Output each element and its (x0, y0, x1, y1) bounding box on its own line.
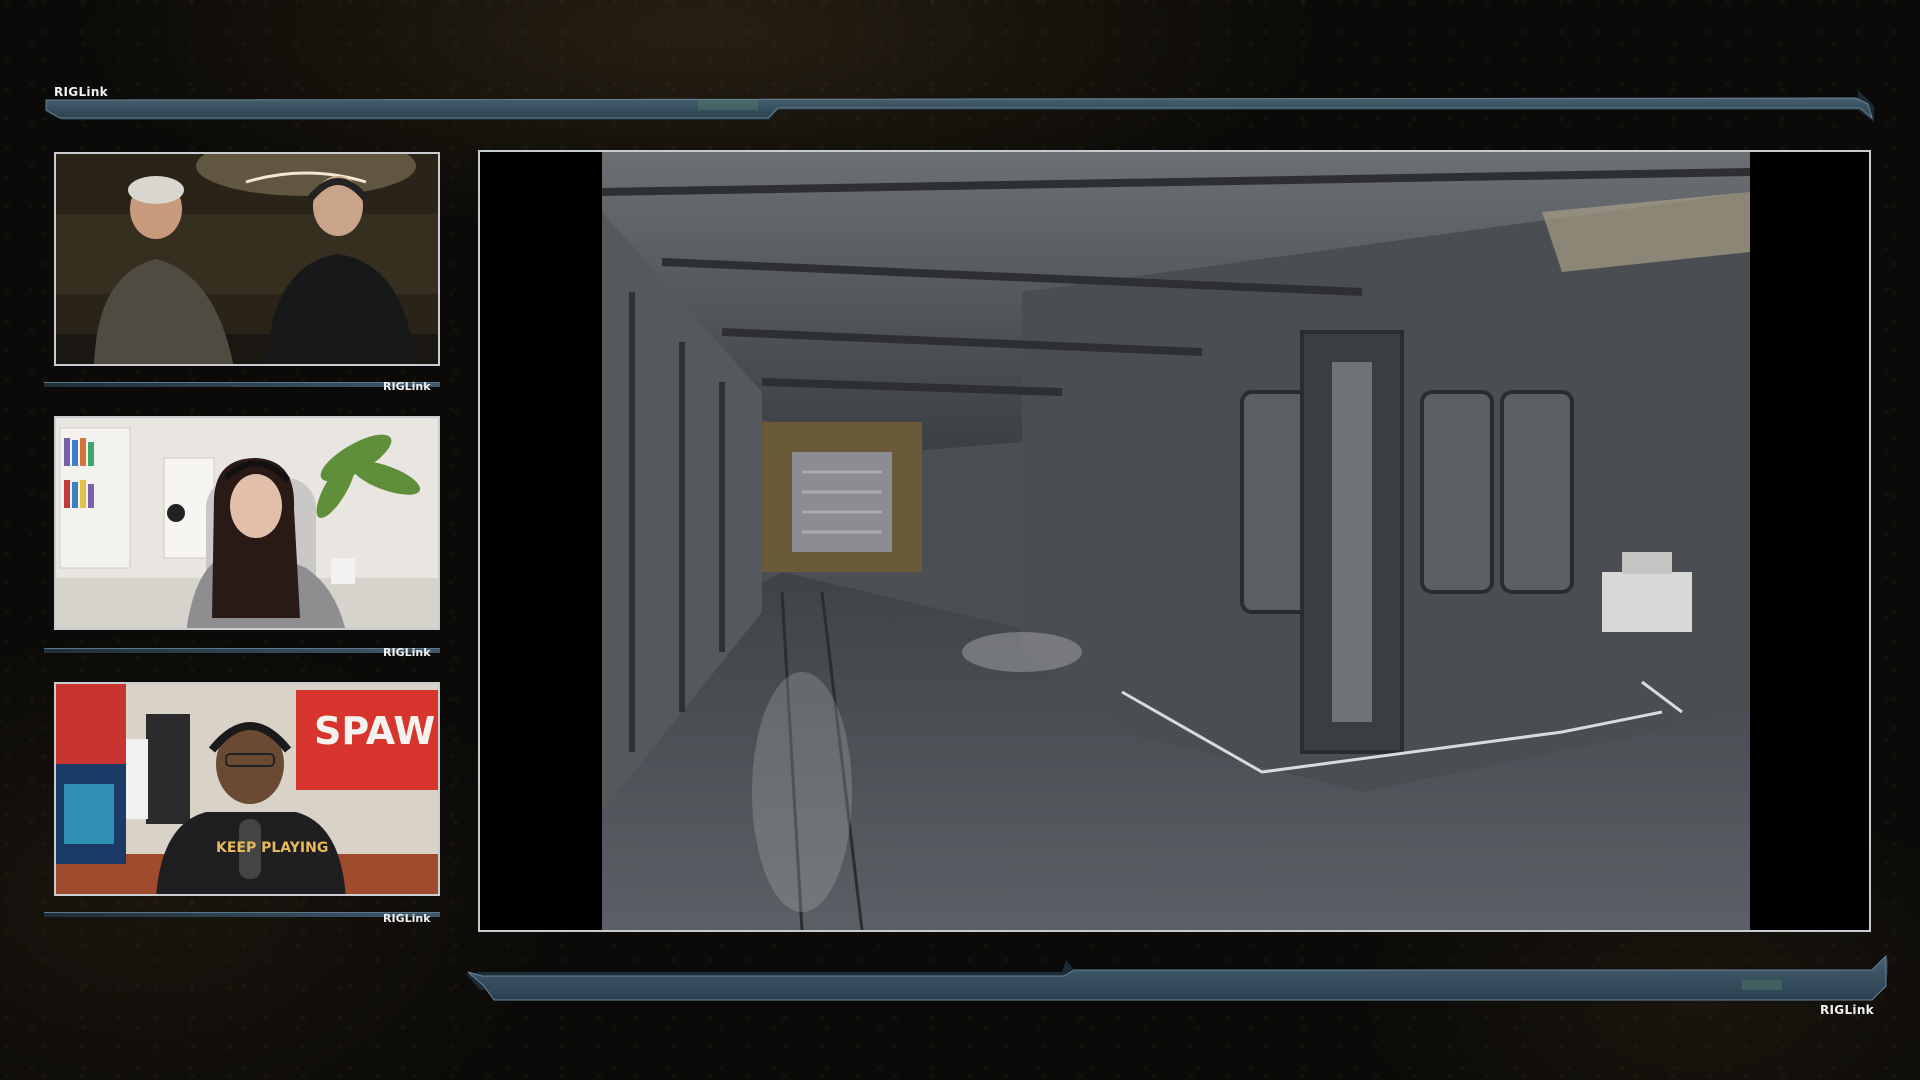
webcam-2-feed (56, 418, 438, 628)
brand-label-bottom: RIGLink (1820, 1003, 1874, 1017)
webcam-1-feed (56, 154, 438, 364)
webcam-1-brand-label: RIGLink (383, 380, 431, 393)
webcam-2-brand-label: RIGLink (383, 646, 431, 659)
top-header-bar (45, 90, 1874, 122)
webcam-panel-3: SPAWN KEEP PLAYING (54, 682, 440, 896)
game-scene-corridor (602, 152, 1750, 930)
corridor-render (602, 152, 1750, 930)
webcam-2-underline (44, 648, 440, 653)
main-game-view-frame (478, 150, 1871, 932)
webcam-panel-2 (54, 416, 440, 630)
webcam-3-feed: SPAWN KEEP PLAYING (56, 684, 440, 894)
shirt-text: KEEP PLAYING (216, 840, 328, 856)
webcam-panel-1 (54, 152, 440, 366)
poster-text: SPAWN (314, 709, 440, 753)
bottom-footer-bar (466, 954, 1888, 1001)
webcam-1-underline (44, 382, 440, 387)
webcam-3-brand-label: RIGLink (383, 912, 431, 925)
webcam-3-underline (44, 912, 440, 917)
